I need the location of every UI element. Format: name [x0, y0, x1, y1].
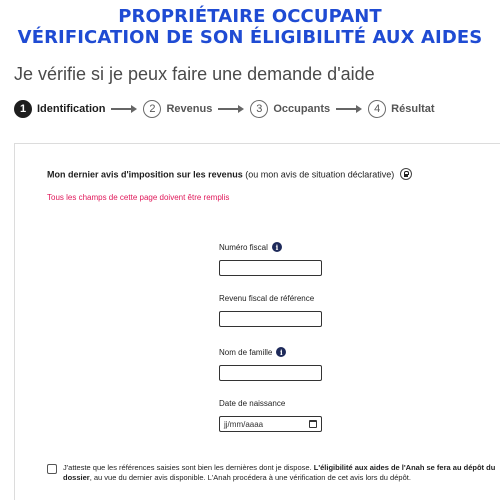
field-label-wrap: Nom de famille i: [219, 347, 322, 357]
field-label-wrap: Numéro fiscal i: [219, 242, 322, 252]
step-label: Résultat: [391, 103, 435, 115]
date-placeholder: jj/mm/aaaa: [224, 419, 264, 429]
page-banner: PROPRIÉTAIRE OCCUPANT VÉRIFICATION DE SO…: [0, 6, 500, 48]
progress-stepper: 1 Identification 2 Revenus 3 Occupants 4…: [14, 100, 435, 118]
arrow-right-icon: [336, 105, 363, 113]
attest-text-1: J'atteste que les références saisies son…: [63, 463, 314, 472]
step-identification: 1 Identification: [14, 100, 105, 118]
attestation-text: J'atteste que les références saisies son…: [63, 463, 500, 483]
field-numero-fiscal: Numéro fiscal i: [219, 242, 322, 276]
field-date-naissance: Date de naissance jj/mm/aaaa: [219, 399, 322, 432]
numero-fiscal-input[interactable]: [219, 260, 322, 276]
banner-title-line-2: VÉRIFICATION DE SON ÉLIGIBILITÉ AUX AIDE…: [17, 27, 483, 48]
step-number: 1: [14, 100, 32, 118]
attestation-row: J'atteste que les références saisies son…: [47, 463, 500, 483]
step-number: 4: [368, 100, 387, 118]
step-number: 2: [143, 100, 162, 118]
revenu-fiscal-label: Revenu fiscal de référence: [219, 294, 315, 303]
date-naissance-input[interactable]: jj/mm/aaaa: [219, 416, 322, 432]
form-title: Mon dernier avis d'imposition sur les re…: [47, 168, 412, 181]
nom-famille-label: Nom de famille: [219, 347, 273, 357]
numero-fiscal-label: Numéro fiscal: [219, 242, 268, 252]
form-title-bold: Mon dernier avis d'imposition sur les re…: [47, 169, 243, 180]
step-label: Occupants: [273, 103, 331, 115]
step-label: Identification: [37, 103, 106, 115]
calendar-icon[interactable]: [309, 420, 317, 428]
field-nom-famille: Nom de famille i: [219, 347, 322, 381]
field-label-wrap: Date de naissance: [219, 399, 322, 408]
step-label: Revenus: [166, 103, 213, 115]
step-resultat: 4 Résultat: [368, 100, 435, 118]
form-title-normal: (ou mon avis de situation déclarative): [242, 169, 395, 180]
step-number: 3: [250, 100, 269, 118]
step-revenus: 2 Revenus: [143, 100, 212, 118]
lock-icon: [399, 168, 412, 180]
nom-famille-input[interactable]: [219, 365, 322, 381]
field-label-wrap: Revenu fiscal de référence: [219, 294, 322, 303]
attestation-checkbox[interactable]: [47, 464, 57, 474]
arrow-right-icon: [111, 105, 138, 113]
info-icon[interactable]: i: [271, 242, 282, 252]
required-fields-note: Tous les champs de cette page doivent êt…: [47, 193, 230, 202]
date-naissance-label: Date de naissance: [219, 399, 286, 408]
attest-text-2: , au vue du dernier avis disponible. L'A…: [89, 473, 411, 482]
arrow-right-icon: [218, 105, 245, 113]
page-subtitle: Je vérifie si je peux faire une demande …: [14, 64, 375, 84]
revenu-fiscal-input[interactable]: [219, 311, 322, 327]
field-revenu-fiscal: Revenu fiscal de référence: [219, 294, 322, 327]
banner-title-line-1: PROPRIÉTAIRE OCCUPANT: [118, 6, 382, 27]
step-occupants: 3 Occupants: [250, 100, 330, 118]
info-icon[interactable]: i: [276, 347, 287, 357]
identification-form-card: Mon dernier avis d'imposition sur les re…: [14, 143, 500, 500]
